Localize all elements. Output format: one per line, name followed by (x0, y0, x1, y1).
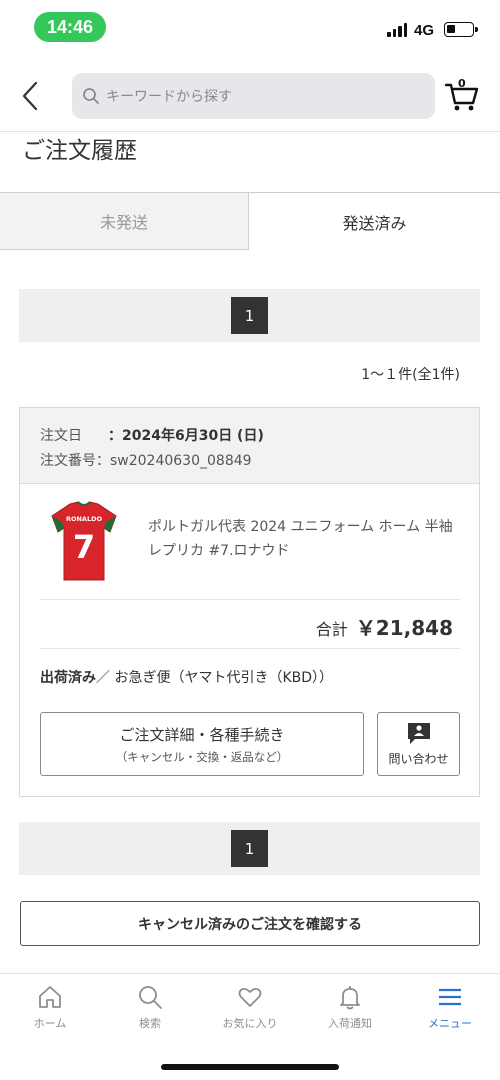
status-bar: 14:46 4G (0, 0, 500, 56)
network-type: 4G (414, 22, 435, 39)
search-placeholder: キーワードから探す (106, 89, 232, 105)
product-image[interactable]: RONALDO 7 (48, 500, 120, 582)
divider (40, 599, 460, 600)
battery-icon (444, 22, 478, 37)
nav-home[interactable]: ホーム (0, 984, 100, 1031)
total-value: ￥21,848 (355, 616, 453, 640)
page-title: ご注文履歴 (22, 138, 137, 164)
nav-menu[interactable]: メニュー (400, 984, 500, 1031)
order-detail-sublabel: （キャンセル・交換・返品など） (115, 749, 289, 764)
chevron-left-icon[interactable] (14, 78, 46, 114)
cancelled-orders-button[interactable]: キャンセル済みのご注文を確認する (20, 901, 480, 946)
nav-notifications[interactable]: 入荷通知 (300, 984, 400, 1031)
nav-favorites[interactable]: お気に入り (200, 984, 300, 1031)
divider (40, 648, 460, 649)
order-number: 注文番号：sw20240630_08849 (40, 453, 252, 469)
svg-text:RONALDO: RONALDO (66, 515, 103, 523)
page-number-button[interactable]: 1 (231, 297, 268, 334)
inquiry-label: 問い合わせ (388, 752, 449, 766)
ship-method: ／ お急ぎ便（ヤマト代引き（KBD）） (96, 670, 334, 686)
order-date-value: ：2024年6月30日 (日) (108, 428, 264, 444)
menu-icon (439, 988, 461, 1006)
nav-label: 検索 (139, 1017, 161, 1030)
bell-icon (340, 986, 360, 1010)
svg-text:7: 7 (73, 528, 95, 566)
home-icon (39, 986, 61, 1008)
search-icon (83, 88, 99, 104)
product-name[interactable]: ポルトガル代表 2024 ユニフォーム ホーム 半袖 レプリカ #7.ロナウド (148, 515, 464, 563)
order-card: 注文日 ：2024年6月30日 (日) 注文番号：sw20240630_0884… (19, 407, 480, 797)
heart-icon (238, 987, 262, 1007)
pagination-top: 1 (19, 289, 480, 342)
search-icon (139, 986, 162, 1009)
chat-icon (407, 723, 430, 744)
nav-label: ホーム (33, 1017, 67, 1030)
page-number-button[interactable]: 1 (231, 830, 268, 867)
cart-icon[interactable]: 0 (444, 77, 480, 114)
tab-shipped[interactable]: 発送済み (249, 193, 500, 250)
ship-status: 出荷済み (40, 670, 96, 686)
nav-search[interactable]: 検索 (100, 984, 200, 1031)
shipping-info: 出荷済み／ お急ぎ便（ヤマト代引き（KBD）） (40, 667, 333, 687)
total-label: 合計 (315, 620, 348, 639)
inquiry-button[interactable]: 問い合わせ (377, 712, 460, 776)
search-input[interactable]: キーワードから探す (72, 73, 435, 119)
order-date-row: 注文日 ：2024年6月30日 (日) (40, 425, 264, 445)
nav-label: 入荷通知 (328, 1017, 372, 1030)
signal-icon (387, 23, 407, 37)
order-total: 合計 ￥21,848 (316, 612, 453, 641)
status-time: 14:46 (34, 12, 106, 42)
order-header: 注文日 ：2024年6月30日 (日) 注文番号：sw20240630_0884… (20, 408, 479, 484)
nav-label: メニュー (428, 1017, 472, 1030)
result-count: 1～１件(全1件) (361, 367, 460, 383)
nav-label: お気に入り (222, 1017, 278, 1030)
home-indicator (161, 1064, 339, 1070)
header: キーワードから探す 0 (0, 60, 500, 132)
cart-count: 0 (458, 77, 466, 90)
order-detail-label: ご注文詳細・各種手続き (119, 725, 285, 744)
pagination-bottom: 1 (19, 822, 480, 875)
order-date-label: 注文日 (40, 428, 82, 444)
tab-unshipped[interactable]: 未発送 (0, 193, 249, 250)
order-detail-button[interactable]: ご注文詳細・各種手続き （キャンセル・交換・返品など） (40, 712, 364, 776)
